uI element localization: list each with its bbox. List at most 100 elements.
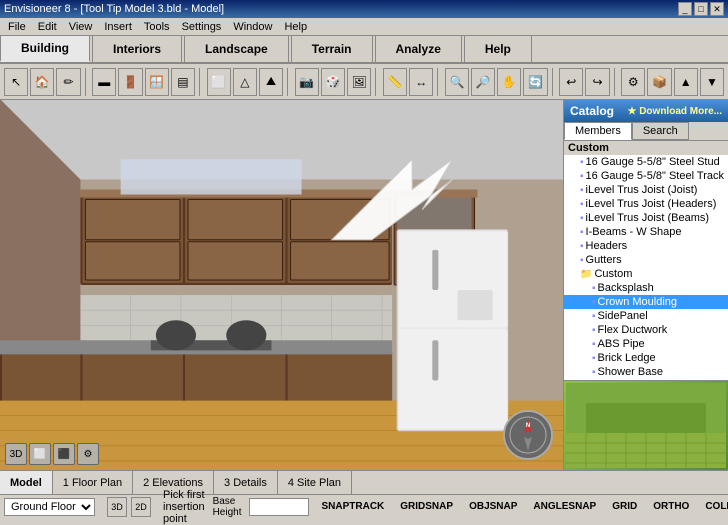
tool-settings[interactable]: ⚙ [621,68,645,96]
tab-help[interactable]: Help [464,36,532,62]
tool-window[interactable]: 🪟 [145,68,169,96]
tool-pan[interactable]: ✋ [497,68,521,96]
vp-btn-solid[interactable]: ⬛ [53,443,75,465]
menu-view[interactable]: View [63,18,99,36]
menu-insert[interactable]: Insert [98,18,138,36]
tool-zoom-out[interactable]: 🔎 [471,68,495,96]
tool-arrow-dn[interactable]: ▼ [700,68,724,96]
tree-item-1[interactable]: ▪ 16 Gauge 5-5/8" Steel Track [564,169,728,183]
tool-dimension[interactable]: ↔ [409,68,433,96]
item-icon-abs: ▪ [592,339,596,350]
vp-btn-settings[interactable]: ⚙ [77,443,99,465]
menu-help[interactable]: Help [278,18,313,36]
vp-btn-3d[interactable]: 3D [5,443,27,465]
viewport[interactable]: 3D ⬜ ⬛ ⚙ N [0,100,563,470]
tab-terrain[interactable]: Terrain [291,36,373,62]
tree-item-label-2: iLevel Trus Joist (Joist) [586,184,698,196]
tool-terrain[interactable]: ⛰ [259,68,283,96]
snap-objsnap[interactable]: OBJSNAP [465,501,521,512]
tree-item-crown-moulding[interactable]: ▪ Crown Moulding [564,295,728,309]
view-3d-btn[interactable]: 3D [107,497,127,517]
menu-settings[interactable]: Settings [176,18,228,36]
vp-btn-wire[interactable]: ⬜ [29,443,51,465]
snap-snaptrack[interactable]: SNAPTRACK [317,501,388,512]
catalog-tree: Custom ▪ 16 Gauge 5-5/8" Steel Stud ▪ 16… [564,141,728,380]
tree-item-custom-folder[interactable]: 📁 Custom [564,267,728,281]
toolbar: ↖ 🏠 ✏ ▬ 🚪 🪟 ▤ ⬜ △ ⛰ 📷 🎲 🖼 📏 ↔ 🔍 🔎 ✋ 🔄 ↩ … [0,64,728,100]
tree-item-7[interactable]: ▪ Gutters [564,253,728,267]
base-height-input[interactable] [249,498,309,516]
tree-item-shower-base[interactable]: ▪ Shower Base [564,365,728,379]
tool-undo[interactable]: ↩ [559,68,583,96]
tool-measure[interactable]: 📏 [383,68,407,96]
tool-room[interactable]: ⬜ [207,68,231,96]
menu-edit[interactable]: Edit [32,18,63,36]
snap-grid[interactable]: GRID [608,501,641,512]
snap-anglesnap[interactable]: ANGLESNAP [529,501,600,512]
tab-analyze[interactable]: Analyze [375,36,462,62]
tool-wall[interactable]: ▬ [92,68,116,96]
tree-item-label-12: Flex Ductwork [598,324,668,336]
tree-item-label-13: ABS Pipe [598,338,645,350]
nav-compass[interactable]: N [503,410,553,460]
tool-redo[interactable]: ↪ [585,68,609,96]
tree-item-3[interactable]: ▪ iLevel Trus Joist (Headers) [564,197,728,211]
tree-item-abs-pipe[interactable]: ▪ ABS Pipe [564,337,728,351]
tool-camera[interactable]: 📷 [295,68,319,96]
tool-zoom-in[interactable]: 🔍 [445,68,469,96]
tab-building[interactable]: Building [0,36,90,62]
minimize-button[interactable]: _ [678,2,692,16]
tree-item-label-14: Brick Ledge [598,352,656,364]
tool-arrow-up[interactable]: ▲ [674,68,698,96]
tool-roof[interactable]: △ [233,68,257,96]
tree-item-5[interactable]: ▪ I-Beams - W Shape [564,225,728,239]
svg-text:N: N [526,423,530,429]
close-button[interactable]: ✕ [710,2,724,16]
tool-orbit[interactable]: 🔄 [523,68,547,96]
tab-landscape[interactable]: Landscape [184,36,289,62]
tool-stairs[interactable]: ▤ [171,68,195,96]
tree-item-brick-ledge[interactable]: ▪ Brick Ledge [564,351,728,365]
download-more-link[interactable]: ★ Download More... [627,106,722,117]
tree-item-label-10: Crown Moulding [598,296,677,308]
snap-collision[interactable]: COLLISION [701,501,728,512]
navtabs: Building Interiors Landscape Terrain Ana… [0,36,728,64]
catalog-section-custom: Custom [564,141,728,155]
tool-pencil[interactable]: ✏ [56,68,80,96]
tree-item-6[interactable]: ▪ Headers [564,239,728,253]
tree-item-label-6: Headers [586,240,628,252]
toolbar-sep-1 [85,68,89,96]
tool-door[interactable]: 🚪 [118,68,142,96]
tree-item-label-8: Custom [594,268,632,280]
bottom-tab-details[interactable]: 3 Details [214,471,278,494]
catalog-tab-members[interactable]: Members [564,122,632,140]
tool-house[interactable]: 🏠 [30,68,54,96]
floor-selector[interactable]: Ground Floor [4,498,95,516]
kitchen-scene [0,100,563,470]
catalog-tab-search[interactable]: Search [632,122,689,140]
tool-3d[interactable]: 🎲 [321,68,345,96]
maximize-button[interactable]: □ [694,2,708,16]
tool-render[interactable]: 🖼 [347,68,371,96]
tree-item-4[interactable]: ▪ iLevel Trus Joist (Beams) [564,211,728,225]
tree-item-backsplash[interactable]: ▪ Backsplash [564,281,728,295]
tree-item-flex-ductwork[interactable]: ▪ Flex Ductwork [564,323,728,337]
snap-gridsnap[interactable]: GRIDSNAP [396,501,457,512]
toolbar-sep-3 [287,68,291,96]
tree-item-2[interactable]: ▪ iLevel Trus Joist (Joist) [564,183,728,197]
tree-item-0[interactable]: ▪ 16 Gauge 5-5/8" Steel Stud [564,155,728,169]
tool-catalog[interactable]: 📦 [647,68,671,96]
menu-file[interactable]: File [2,18,32,36]
tree-item-sidepanel[interactable]: ▪ SidePanel [564,309,728,323]
tool-select[interactable]: ↖ [4,68,28,96]
item-icon-4: ▪ [580,213,584,224]
catalog-tabs: Members Search [564,122,728,141]
catalog-header: Catalog ★ Download More... [564,100,728,122]
tab-interiors[interactable]: Interiors [92,36,182,62]
menu-tools[interactable]: Tools [138,18,176,36]
titlebar: Envisioneer 8 - [Tool Tip Model 3.bld - … [0,0,728,18]
view-2d-btn[interactable]: 2D [131,497,151,517]
snap-ortho[interactable]: ORTHO [649,501,693,512]
bottom-tab-siteplan[interactable]: 4 Site Plan [278,471,352,494]
menu-window[interactable]: Window [227,18,278,36]
